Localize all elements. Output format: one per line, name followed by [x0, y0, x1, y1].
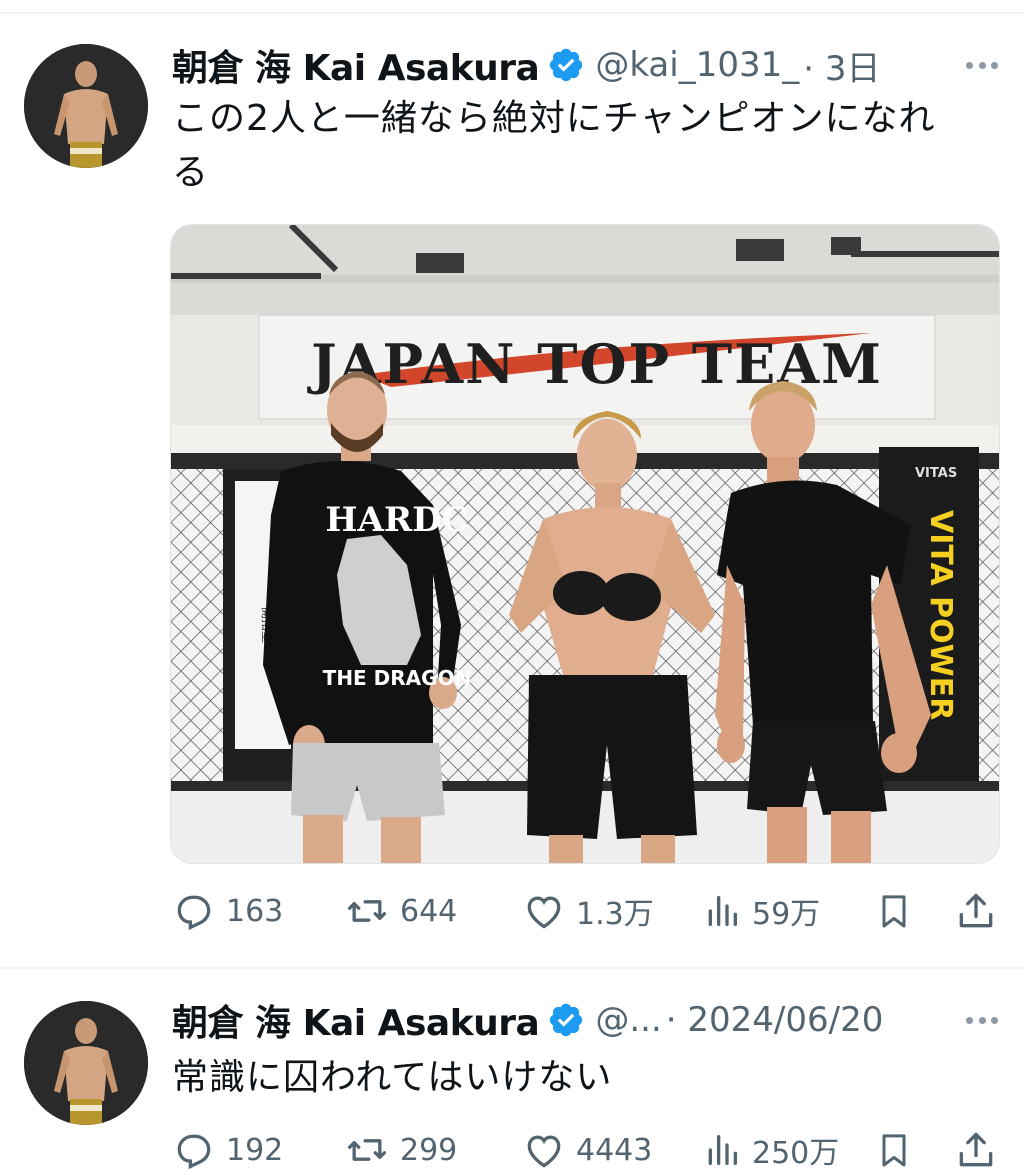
- reply-icon: [177, 1134, 211, 1170]
- views-icon: [708, 896, 737, 926]
- repost-button[interactable]: 644: [344, 886, 457, 936]
- shirt-text-bottom: THE DRAGON: [323, 666, 472, 690]
- avatar-image: [24, 1001, 148, 1125]
- tweet-header: 朝倉 海 Kai Asakura @kai_1031_ · 3日: [172, 40, 1004, 90]
- like-count: 4443: [576, 1132, 653, 1168]
- avatar[interactable]: [24, 1001, 148, 1125]
- view-count: 59万: [752, 897, 821, 932]
- tweet-header: 朝倉 海 Kai Asakura @... · 2024/06/20: [172, 995, 1004, 1045]
- tweet-text: この2人と一緒なら絶対にチャンピオンになれ る: [172, 92, 994, 200]
- tweet-1[interactable]: 朝倉 海 Kai Asakura @kai_1031_ · 3日 この2人と一緒…: [0, 14, 1024, 967]
- verified-badge-icon: [550, 1003, 583, 1037]
- author-name[interactable]: 朝倉 海 Kai Asakura: [172, 39, 540, 91]
- more-icon[interactable]: [960, 1003, 1004, 1037]
- pad-text: VITA POWER: [923, 510, 958, 720]
- share-icon: [959, 893, 993, 928]
- tweet-photo[interactable]: JAPAN TOP TEAM 開拓塾 VITAS VITA POWER: [170, 224, 1000, 864]
- tweet-text: 常識に囚われてはいけない: [172, 1051, 994, 1105]
- like-count: 1.3万: [576, 897, 654, 932]
- repost-count: 644: [400, 893, 458, 929]
- reply-icon: [177, 895, 211, 931]
- timestamp[interactable]: · 3日: [803, 41, 880, 90]
- reply-count: 192: [226, 1132, 284, 1168]
- reply-button[interactable]: 163: [172, 886, 283, 936]
- repost-count: 299: [400, 1132, 458, 1168]
- bookmark-icon: [882, 1134, 906, 1167]
- share-icon: [959, 1132, 993, 1167]
- avatar-image: [24, 44, 148, 168]
- author-handle[interactable]: @kai_1031_: [595, 45, 799, 85]
- bookmark-icon: [882, 895, 906, 928]
- tweet-text-line: 常識に囚われてはいけない: [172, 1057, 613, 1098]
- author-name[interactable]: 朝倉 海 Kai Asakura: [172, 994, 540, 1046]
- avatar[interactable]: [24, 44, 148, 168]
- timestamp[interactable]: · 2024/06/20: [666, 1000, 884, 1040]
- reply-count: 163: [226, 893, 284, 929]
- tweet-text-line: る: [172, 152, 210, 193]
- repost-icon: [347, 1139, 387, 1161]
- like-icon: [527, 1135, 561, 1168]
- views-icon: [708, 1135, 737, 1165]
- views-button[interactable]: 59万: [702, 886, 820, 936]
- view-count: 250万: [752, 1136, 840, 1171]
- more-icon[interactable]: [960, 48, 1004, 82]
- author-handle[interactable]: @...: [595, 1000, 661, 1040]
- verified-badge-icon: [550, 48, 583, 82]
- tweet-actions: 163 644 1.3万 59万: [172, 886, 1002, 936]
- gym-photo: JAPAN TOP TEAM 開拓塾 VITAS VITA POWER: [171, 225, 999, 863]
- tweet-text-line: この2人と一緒なら絶対にチャンピオンになれ: [172, 98, 936, 139]
- repost-icon: [347, 900, 387, 922]
- bookmark-button[interactable]: [874, 886, 914, 936]
- like-icon: [527, 896, 561, 929]
- share-button[interactable]: [954, 886, 998, 936]
- tweet-2[interactable]: 朝倉 海 Kai Asakura @... · 2024/06/20 常識に囚わ…: [0, 969, 1024, 1171]
- pad-brand: VITAS: [915, 466, 957, 481]
- like-button[interactable]: 1.3万: [522, 886, 654, 936]
- shirt-text-top: HARDC: [325, 500, 468, 540]
